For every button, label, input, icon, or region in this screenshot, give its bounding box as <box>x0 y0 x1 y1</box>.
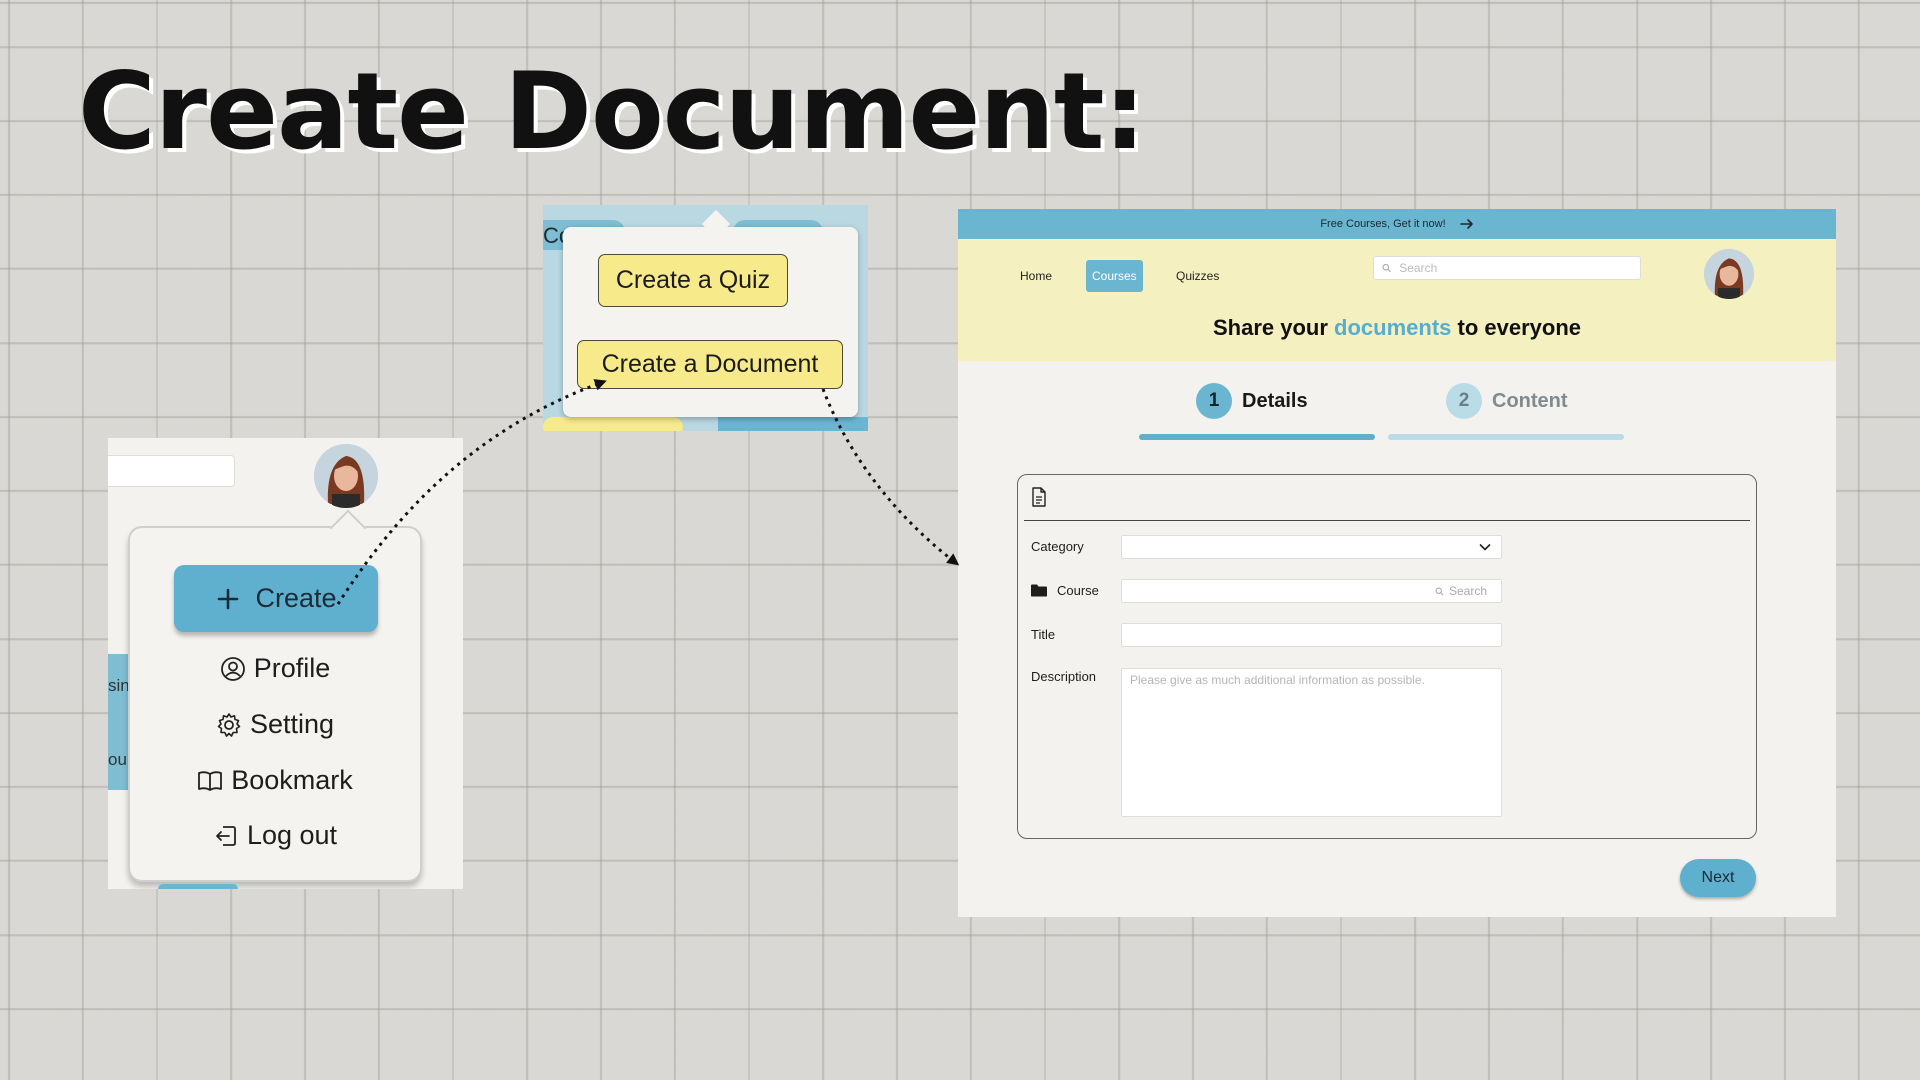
search-input-fragment[interactable] <box>108 455 235 487</box>
course-search-placeholder-text: Search <box>1448 584 1487 598</box>
tab-fragment <box>158 884 238 889</box>
next-button[interactable]: Next <box>1680 859 1756 897</box>
logout-icon <box>216 825 236 846</box>
menu-item-label: Profile <box>253 653 331 683</box>
slide-title: Create Document: <box>78 50 1146 173</box>
sidebar-fragment-text: ou <box>108 750 127 769</box>
headline-text: Share your <box>1212 315 1335 340</box>
step-number: 1 <box>1196 383 1232 419</box>
chip-fragment <box>543 417 683 431</box>
category-select[interactable] <box>1121 535 1502 559</box>
page-header: Home Courses Quizzes Share your document… <box>958 239 1836 361</box>
description-textarea[interactable] <box>1122 669 1501 816</box>
headline-text: to everyone <box>1451 315 1582 340</box>
nav-courses[interactable]: Courses <box>1086 260 1143 292</box>
book-open-icon <box>198 770 223 791</box>
nav-quizzes[interactable]: Quizzes <box>1176 260 1219 292</box>
avatar[interactable] <box>314 444 378 508</box>
create-button[interactable]: Create <box>174 565 378 632</box>
search-icon <box>1382 263 1391 273</box>
category-label: Category <box>1031 539 1084 554</box>
announcement-text: Free Courses, Get it now! <box>1320 218 1446 230</box>
nav-home[interactable]: Home <box>1020 260 1052 292</box>
details-form: Category Course Search Title Description… <box>1017 474 1757 839</box>
menu-item-bookmark[interactable]: Bookmark <box>130 765 420 796</box>
menu-item-profile[interactable]: Profile <box>130 653 420 684</box>
step-number: 2 <box>1446 383 1482 419</box>
search-input[interactable] <box>1397 260 1640 276</box>
page-headline: Share your documents to everyone <box>958 315 1836 341</box>
menu-item-logout[interactable]: Log out <box>130 820 420 851</box>
headline-accent: documents <box>1334 315 1452 340</box>
search-bar[interactable] <box>1373 256 1641 280</box>
profile-menu-screenshot: sin ou Create Profile Setting Bookmark L… <box>108 438 463 889</box>
form-divider <box>1024 520 1750 521</box>
create-popover-screenshot: Co Create a Quiz Create a Document <box>543 205 868 431</box>
plus-icon <box>218 588 239 609</box>
user-circle-icon <box>220 656 245 681</box>
document-icon <box>1032 487 1046 507</box>
create-popover: Create a Quiz Create a Document <box>563 209 858 417</box>
avatar-image <box>1704 249 1754 299</box>
step-progress-inactive <box>1388 434 1624 440</box>
menu-item-label: Bookmark <box>231 765 353 795</box>
arrow-right-icon <box>1459 219 1473 229</box>
step-label: Content <box>1492 389 1568 412</box>
course-search-placeholder: Search <box>1435 584 1487 598</box>
description-label: Description <box>1031 669 1097 684</box>
create-document-page: Free Courses, Get it now! Home Courses Q… <box>958 209 1836 917</box>
step-details[interactable]: 1 Details <box>1196 383 1308 419</box>
course-label: Course <box>1057 583 1099 598</box>
course-label-group: Course <box>1031 583 1099 598</box>
chip-fragment <box>718 417 868 431</box>
step-progress-active <box>1139 434 1375 440</box>
description-field[interactable] <box>1121 668 1502 817</box>
course-search-field[interactable]: Search <box>1121 579 1502 603</box>
announcement-bar[interactable]: Free Courses, Get it now! <box>958 209 1836 239</box>
gear-icon <box>217 712 241 737</box>
menu-item-label: Setting <box>249 709 335 739</box>
step-label: Details <box>1242 389 1308 412</box>
profile-dropdown: Create Profile Setting Bookmark Log out <box>128 509 422 882</box>
create-document-button[interactable]: Create a Document <box>577 340 843 389</box>
popover-notch <box>701 209 731 239</box>
step-content[interactable]: 2 Content <box>1446 383 1568 419</box>
avatar[interactable] <box>1704 249 1754 299</box>
create-button-label: Create <box>255 583 337 613</box>
avatar-image <box>314 444 378 508</box>
search-icon <box>1435 587 1444 596</box>
chevron-down-icon <box>1479 543 1491 551</box>
create-quiz-button[interactable]: Create a Quiz <box>598 254 788 307</box>
menu-item-label: Log out <box>246 820 338 850</box>
dropdown-notch <box>329 509 367 547</box>
title-field[interactable] <box>1121 623 1502 647</box>
sidebar-fragment-text: sin <box>108 676 130 695</box>
title-input[interactable] <box>1122 624 1501 646</box>
title-label: Title <box>1031 627 1056 642</box>
menu-item-setting[interactable]: Setting <box>130 709 420 740</box>
folder-icon <box>1031 584 1047 597</box>
